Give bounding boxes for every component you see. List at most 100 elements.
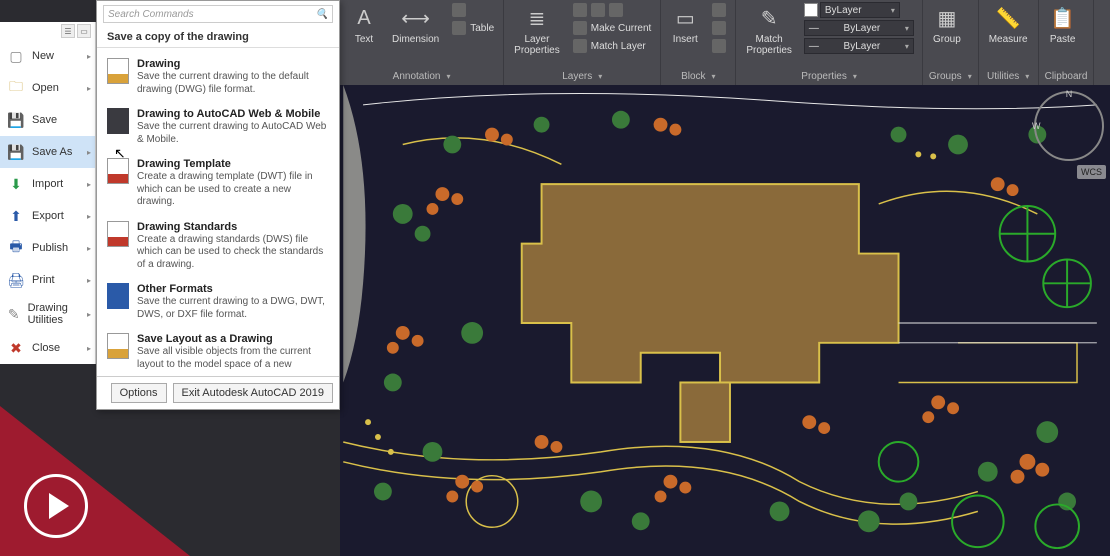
dimension-button[interactable]: ⟷Dimension [388,2,443,47]
insert-button[interactable]: ▭Insert [667,2,703,47]
menu-save[interactable]: 💾Save [0,104,95,136]
format-drawing[interactable]: DrawingSave the current drawing to the d… [97,52,339,102]
new-icon: ▢ [6,46,26,66]
match-layer-icon [573,39,587,53]
save-as-flyout: Search Commands🔍 Save a copy of the draw… [96,0,340,410]
color-swatch [804,3,818,17]
match-layer-button[interactable]: Match Layer [570,38,655,54]
flyout-body: DrawingSave the current drawing to the d… [97,48,339,376]
ribbon: AText ⟷Dimension Table Annotation ≣Layer… [340,0,1110,85]
insert-icon: ▭ [671,4,699,32]
group-button[interactable]: ▦Group [929,2,965,47]
exit-button[interactable]: Exit Autodesk AutoCAD 2019 [173,383,333,403]
measure-button[interactable]: 📏Measure [985,2,1032,47]
export-icon: ⬆ [6,206,26,226]
table-icon [452,21,466,35]
flyout-header: Save a copy of the drawing [97,25,339,48]
menu-new[interactable]: ▢New▸ [0,40,95,72]
group-icon: ▦ [933,4,961,32]
edit-attr-button[interactable] [709,38,729,54]
drawing-svg [340,85,1110,556]
layers-icon: ≣ [523,4,551,32]
panel-title-utilities[interactable]: Utilities [985,67,1032,85]
print-icon: 🖨 [6,270,26,290]
table-button[interactable]: Table [449,20,497,36]
color-control[interactable]: ByLayer▾ [802,2,916,18]
dimension-icon: ⟷ [402,4,430,32]
make-current-button[interactable]: Make Current [570,20,655,36]
video-corner-overlay [0,406,190,556]
other-formats-icon [107,283,129,309]
edit-block-icon [712,21,726,35]
menu-publish[interactable]: 🖶Publish▸ [0,232,95,264]
viewcube-ring [1034,91,1104,161]
leader-icon [452,3,466,17]
panel-clipboard: 📋Paste Clipboard [1039,0,1095,85]
menu-open[interactable]: 🗀Open▸ [0,72,95,104]
panel-title-annotation[interactable]: Annotation [346,67,497,85]
create-block-icon [712,3,726,17]
menu-close[interactable]: ✖Close▸ [0,332,95,364]
match-properties-icon: ✎ [755,4,783,32]
lineweight-control[interactable]: — ByLayer▾ [802,20,916,36]
lock-icon [609,3,623,17]
menu-print[interactable]: 🖨Print▸ [0,264,95,296]
play-button[interactable] [24,474,88,538]
import-icon: ⬇ [6,174,26,194]
menu-import[interactable]: ⬇Import▸ [0,168,95,200]
publish-icon: 🖶 [6,238,26,258]
format-web-mobile[interactable]: Drawing to AutoCAD Web & MobileSave the … [97,102,339,152]
save-icon: 💾 [6,110,26,130]
create-block-button[interactable] [709,2,729,18]
viewcube-north: N [1066,89,1073,99]
recent-docs-button[interactable]: ☰ [61,24,75,38]
panel-title-properties[interactable]: Properties [742,67,916,85]
open-docs-button[interactable]: ▭ [77,24,91,38]
panel-title-layers[interactable]: Layers [510,67,654,85]
panel-annotation: AText ⟷Dimension Table Annotation [340,0,504,85]
paste-icon: 📋 [1049,4,1077,32]
menu-export[interactable]: ⬆Export▸ [0,200,95,232]
save-as-icon: 💾 [6,142,26,162]
viewcube[interactable]: N W [1034,91,1104,161]
appmenu-header: ☰ ▭ [0,22,95,40]
format-template[interactable]: Drawing TemplateCreate a drawing templat… [97,152,339,215]
freeze-icon [591,3,605,17]
edit-block-button[interactable] [709,20,729,36]
panel-groups: ▦Group Groups [923,0,979,85]
panel-title-block[interactable]: Block [667,67,729,85]
utilities-icon: ✎ [6,304,22,324]
dws-icon [107,221,129,247]
panel-properties: ✎Match Properties ByLayer▾ — ByLayer▾ — … [736,0,923,85]
drawing-canvas[interactable]: N W WCS [340,85,1110,556]
panel-title-clipboard: Clipboard [1045,67,1088,85]
panel-layers: ≣Layer Properties Make Current Match Lay… [504,0,661,85]
text-icon: A [350,4,378,32]
match-properties-button[interactable]: ✎Match Properties [742,2,796,58]
panel-utilities: 📏Measure Utilities [979,0,1039,85]
application-menu: ☰ ▭ ▢New▸ 🗀Open▸ 💾Save 💾Save As▸ ⬇Import… [0,22,96,364]
edit-attr-icon [712,39,726,53]
search-commands-input[interactable]: Search Commands🔍 [103,5,333,23]
linetype-control[interactable]: — ByLayer▾ [802,38,916,54]
close-icon: ✖ [6,338,26,358]
menu-save-as[interactable]: 💾Save As▸ [0,136,95,168]
paste-button[interactable]: 📋Paste [1045,2,1081,47]
panel-title-groups[interactable]: Groups [929,67,972,85]
dwg-icon [107,58,129,84]
bulb-icon [573,3,587,17]
flyout-footer: Options Exit Autodesk AutoCAD 2019 [97,376,339,409]
wcs-badge[interactable]: WCS [1077,165,1106,179]
layer-properties-button[interactable]: ≣Layer Properties [510,2,564,58]
layout-icon [107,333,129,359]
format-save-layout[interactable]: Save Layout as a DrawingSave all visible… [97,327,339,376]
leader-button[interactable] [449,2,497,18]
format-standards[interactable]: Drawing StandardsCreate a drawing standa… [97,215,339,278]
panel-block: ▭Insert Block [661,0,736,85]
menu-drawing-utilities[interactable]: ✎Drawing Utilities▸ [0,296,95,332]
options-button[interactable]: Options [111,383,167,403]
format-other[interactable]: Other FormatsSave the current drawing to… [97,277,339,327]
open-icon: 🗀 [6,78,26,98]
layer-off-button[interactable] [570,2,655,18]
text-button[interactable]: AText [346,2,382,47]
